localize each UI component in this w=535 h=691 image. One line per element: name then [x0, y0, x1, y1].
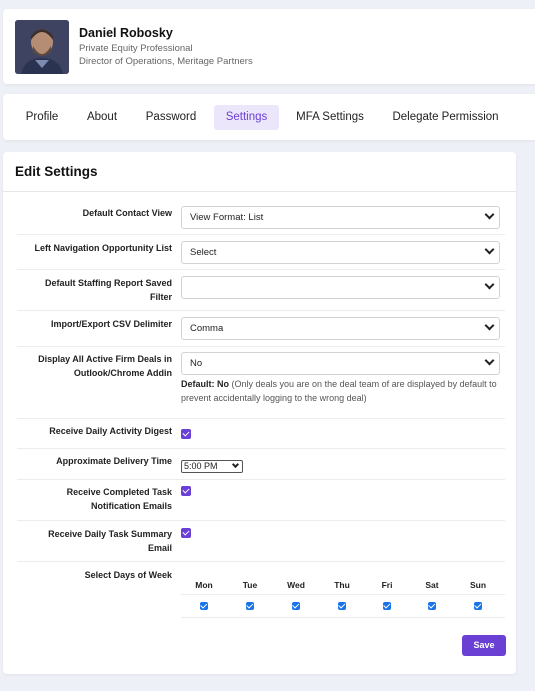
delivery-time-select[interactable]: 5:00 PM: [181, 460, 243, 473]
divider: [17, 520, 505, 521]
display-active-deals-label: Display All Active Firm Deals in Outlook…: [38, 354, 172, 378]
csv-delimiter-value: Comma: [190, 323, 224, 334]
days-of-week-label: Select Days of Week: [84, 570, 172, 580]
day-checkbox-fri[interactable]: [383, 602, 391, 610]
tab-settings[interactable]: Settings: [214, 105, 279, 130]
csv-delimiter-label: Import/Export CSV Delimiter: [50, 319, 172, 329]
tab-profile[interactable]: Profile: [17, 105, 67, 130]
divider: [17, 234, 505, 235]
day-header-sat: Sat: [425, 580, 439, 590]
divider: [17, 346, 505, 347]
profile-title: Director of Operations, Meritage Partner…: [79, 56, 253, 67]
daily-activity-digest-checkbox[interactable]: [181, 429, 191, 439]
day-header-thu: Thu: [334, 580, 350, 590]
tab-about[interactable]: About: [79, 105, 125, 130]
divider: [3, 191, 516, 192]
hint-text: (Only deals you are on the deal team of …: [181, 379, 497, 403]
tab-delegate-permission[interactable]: Delegate Permission: [383, 105, 508, 130]
day-checkbox-thu[interactable]: [338, 602, 346, 610]
divider: [181, 617, 505, 618]
default-staffing-filter-label: Default Staffing Report Saved Filter: [44, 278, 172, 302]
display-active-deals-select[interactable]: No: [181, 352, 500, 375]
day-header-mon: Mon: [195, 580, 213, 590]
divider: [17, 479, 505, 480]
divider: [17, 418, 505, 419]
left-nav-opportunity-value: Select: [190, 247, 217, 258]
chevron-down-icon: [484, 320, 495, 331]
day-checkbox-tue[interactable]: [246, 602, 254, 610]
edit-settings-card: Edit Settings Default Contact View View …: [3, 152, 516, 674]
daily-task-summary-checkbox[interactable]: [181, 528, 191, 538]
completed-task-emails-label: Receive Completed Task Notification Emai…: [66, 487, 172, 511]
day-checkbox-wed[interactable]: [292, 602, 300, 610]
day-checkbox-sat[interactable]: [428, 602, 436, 610]
profile-role: Private Equity Professional: [79, 43, 193, 54]
divider: [17, 269, 505, 270]
divider: [17, 561, 505, 562]
divider: [17, 310, 505, 311]
default-staffing-filter-select[interactable]: [181, 276, 500, 299]
day-header-sun: Sun: [469, 580, 487, 590]
divider: [181, 594, 505, 595]
avatar: [15, 20, 69, 74]
delivery-time-label: Approximate Delivery Time: [56, 456, 172, 466]
default-contact-view-label: Default Contact View: [82, 208, 172, 218]
chevron-down-icon: [484, 244, 495, 255]
chevron-down-icon: [484, 355, 495, 366]
divider: [17, 448, 505, 449]
profile-name: Daniel Robosky: [79, 26, 173, 40]
default-contact-view-value: View Format: List: [190, 212, 264, 223]
completed-task-emails-checkbox[interactable]: [181, 486, 191, 496]
default-contact-view-select[interactable]: View Format: List: [181, 206, 500, 229]
section-title: Edit Settings: [15, 164, 98, 179]
profile-card: Daniel Robosky Private Equity Profession…: [3, 9, 535, 84]
hint-default: Default: No: [181, 379, 229, 389]
save-button[interactable]: Save: [462, 635, 506, 656]
daily-task-summary-label: Receive Daily Task Summary Email: [48, 529, 172, 553]
tab-mfa-settings[interactable]: MFA Settings: [289, 105, 371, 130]
left-nav-opportunity-select[interactable]: Select: [181, 241, 500, 264]
day-header-wed: Wed: [287, 580, 305, 590]
left-nav-opportunity-label: Left Navigation Opportunity List: [34, 243, 173, 253]
csv-delimiter-select[interactable]: Comma: [181, 317, 500, 340]
tab-password[interactable]: Password: [137, 105, 205, 130]
day-header-fri: Fri: [381, 580, 393, 590]
delivery-time-value: 5:00 PM: [184, 461, 218, 471]
day-header-tue: Tue: [242, 580, 258, 590]
day-checkbox-mon[interactable]: [200, 602, 208, 610]
day-checkbox-sun[interactable]: [474, 602, 482, 610]
chevron-down-icon: [484, 279, 495, 290]
tab-bar: Profile About Password Settings MFA Sett…: [3, 94, 535, 140]
chevron-down-icon: [484, 209, 495, 220]
chevron-down-icon: [231, 460, 240, 469]
display-active-deals-hint: Default: No (Only deals you are on the d…: [181, 378, 501, 405]
display-active-deals-value: No: [190, 358, 203, 369]
daily-activity-digest-label: Receive Daily Activity Digest: [49, 426, 172, 436]
